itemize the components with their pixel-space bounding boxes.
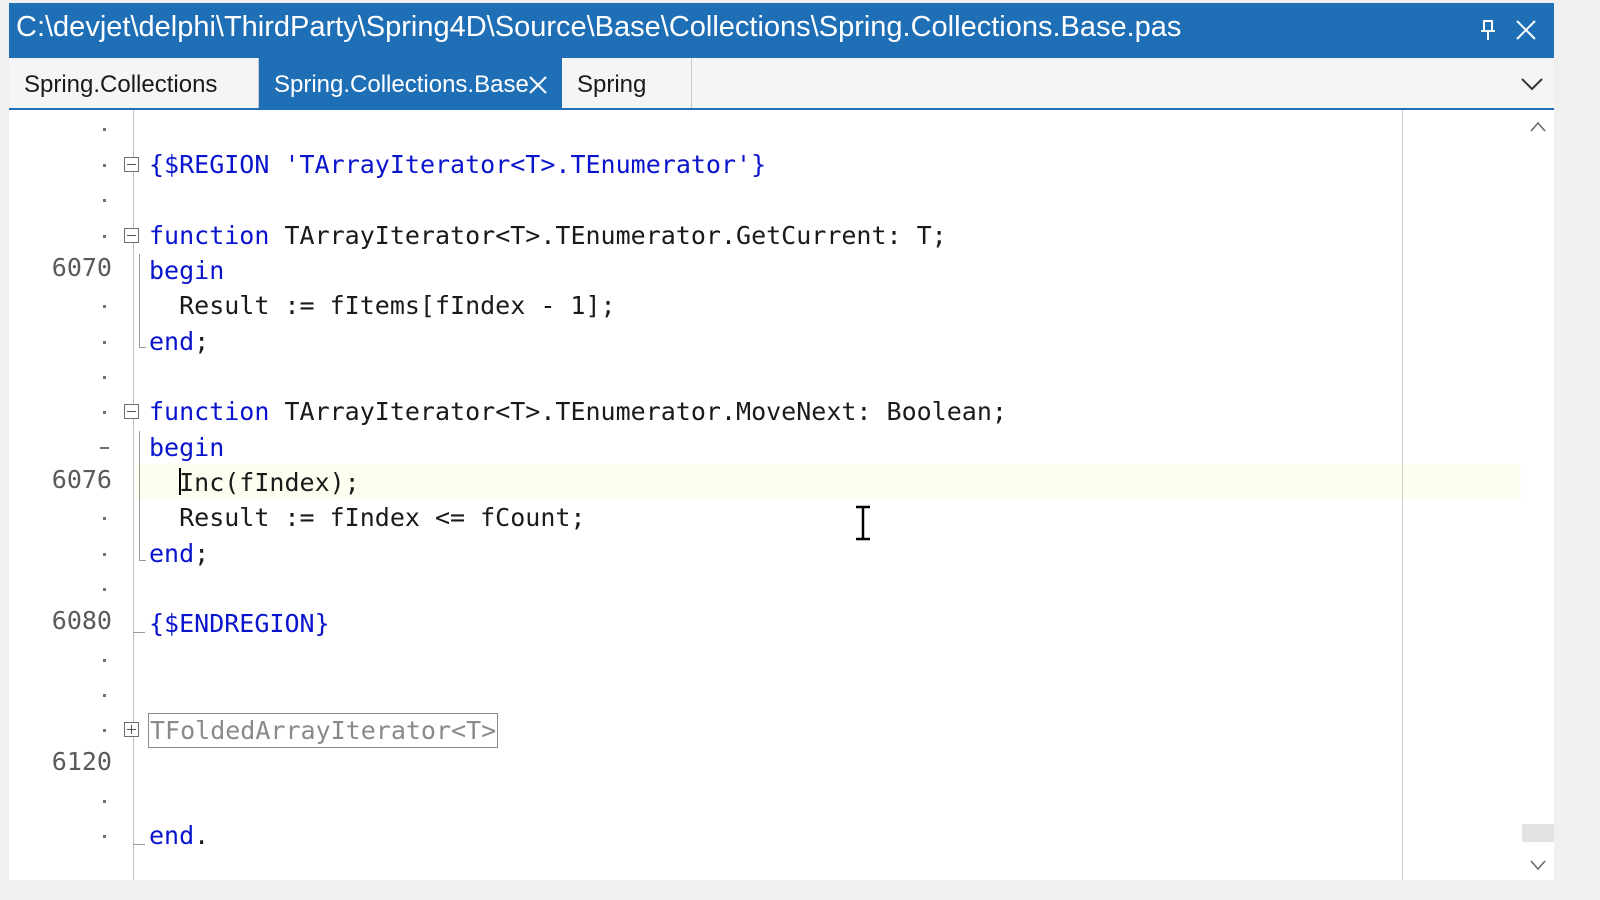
- punctuation: ;: [194, 327, 210, 356]
- unit-end-tick: [133, 844, 145, 845]
- tab-label: Spring.Collections: [24, 71, 218, 98]
- line-number: 6120: [51, 747, 112, 776]
- tab-close-icon[interactable]: [527, 74, 549, 96]
- line-marker: [103, 517, 106, 520]
- block-bracket: [139, 254, 146, 348]
- line-marker: [103, 694, 106, 697]
- line-marker: [103, 235, 106, 238]
- line-number: 6070: [51, 253, 112, 282]
- line-marker: [103, 659, 106, 662]
- keyword: begin: [149, 433, 225, 462]
- punctuation: .: [194, 821, 210, 850]
- line-number: 6076: [51, 465, 112, 494]
- code-line: {$ENDREGION}: [149, 606, 330, 641]
- right-margin-line: [1402, 110, 1403, 880]
- scroll-down-icon[interactable]: [1530, 858, 1546, 871]
- code-line: function TArrayIterator<T>.TEnumerator.M…: [149, 394, 1007, 429]
- editor-window: C:\devjet\delphi\ThirdParty\Spring4D\Sou…: [9, 3, 1554, 880]
- tab-spring-collections[interactable]: Spring.Collections: [9, 58, 259, 108]
- pin-icon[interactable]: [1476, 18, 1500, 42]
- tab-bar: Spring.Collections Spring.Collections.Ba…: [9, 58, 1554, 110]
- line-marker: [103, 199, 106, 202]
- modified-line-marker: [100, 447, 109, 449]
- scroll-thumb[interactable]: [1522, 824, 1554, 842]
- code-line: begin: [149, 430, 224, 465]
- keyword: function: [149, 221, 270, 250]
- code-line: function TArrayIterator<T>.TEnumerator.G…: [149, 218, 947, 253]
- code-line: Result := fIndex <= fCount;: [149, 503, 586, 532]
- text-caret: [179, 468, 181, 495]
- line-marker: [103, 411, 106, 414]
- fold-collapse-icon[interactable]: [124, 157, 139, 172]
- keyword: begin: [149, 256, 225, 285]
- tab-spring-collections-base[interactable]: Spring.Collections.Base: [259, 58, 562, 108]
- fold-collapse-icon[interactable]: [124, 228, 139, 243]
- keyword: function: [149, 397, 270, 426]
- line-marker: [103, 305, 106, 308]
- line-marker: [103, 835, 106, 838]
- region-directive: {$REGION: [149, 150, 270, 179]
- function-signature: TArrayIterator<T>.TEnumerator.MoveNext: …: [269, 397, 1007, 426]
- region-name: 'TArrayIterator<T>.TEnumerator'}: [284, 150, 767, 179]
- keyword: end: [149, 327, 195, 356]
- window-title: C:\devjet\delphi\ThirdParty\Spring4D\Sou…: [16, 11, 1182, 43]
- chevron-down-icon[interactable]: [1520, 75, 1544, 93]
- keyword: end: [149, 539, 195, 568]
- line-marker: [103, 553, 106, 556]
- tab-spring[interactable]: Spring: [562, 58, 692, 108]
- code-line: end;: [149, 324, 209, 359]
- code-line: end;: [149, 536, 209, 571]
- line-marker: [103, 376, 106, 379]
- punctuation: ;: [194, 539, 210, 568]
- line-marker: [103, 729, 106, 732]
- vertical-scrollbar[interactable]: [1522, 110, 1554, 880]
- line-marker: [103, 164, 106, 167]
- block-bracket: [139, 431, 146, 561]
- code-editor[interactable]: 6070 6076 6080 6120 {$REGION 'TArrayIter…: [9, 110, 1554, 880]
- endregion-directive: {$ENDREGION}: [149, 609, 330, 638]
- line-marker: [103, 800, 106, 803]
- scroll-up-icon[interactable]: [1530, 120, 1546, 132]
- tab-label: Spring.Collections.Base: [274, 71, 529, 98]
- fold-expand-icon[interactable]: [124, 722, 139, 737]
- tab-label: Spring: [577, 71, 647, 98]
- gutter-separator: [133, 110, 134, 880]
- function-signature: TArrayIterator<T>.TEnumerator.GetCurrent…: [269, 221, 947, 250]
- keyword: end: [149, 821, 195, 850]
- title-bar[interactable]: C:\devjet\delphi\ThirdParty\Spring4D\Sou…: [9, 3, 1554, 58]
- line-marker: [103, 128, 106, 131]
- fold-collapse-icon[interactable]: [124, 404, 139, 419]
- folded-region[interactable]: TFoldedArrayIterator<T>: [148, 713, 499, 748]
- code-line: end.: [149, 818, 209, 853]
- line-marker: [103, 588, 106, 591]
- code-line: begin: [149, 253, 224, 288]
- ibeam-cursor-icon: [852, 504, 874, 542]
- line-number: 6080: [51, 606, 112, 635]
- code-line: {$REGION 'TArrayIterator<T>.TEnumerator'…: [149, 147, 766, 182]
- line-marker: [103, 341, 106, 344]
- code-line: Result := fItems[fIndex - 1];: [149, 291, 616, 320]
- region-end-tick: [133, 632, 145, 633]
- close-icon[interactable]: [1514, 18, 1538, 42]
